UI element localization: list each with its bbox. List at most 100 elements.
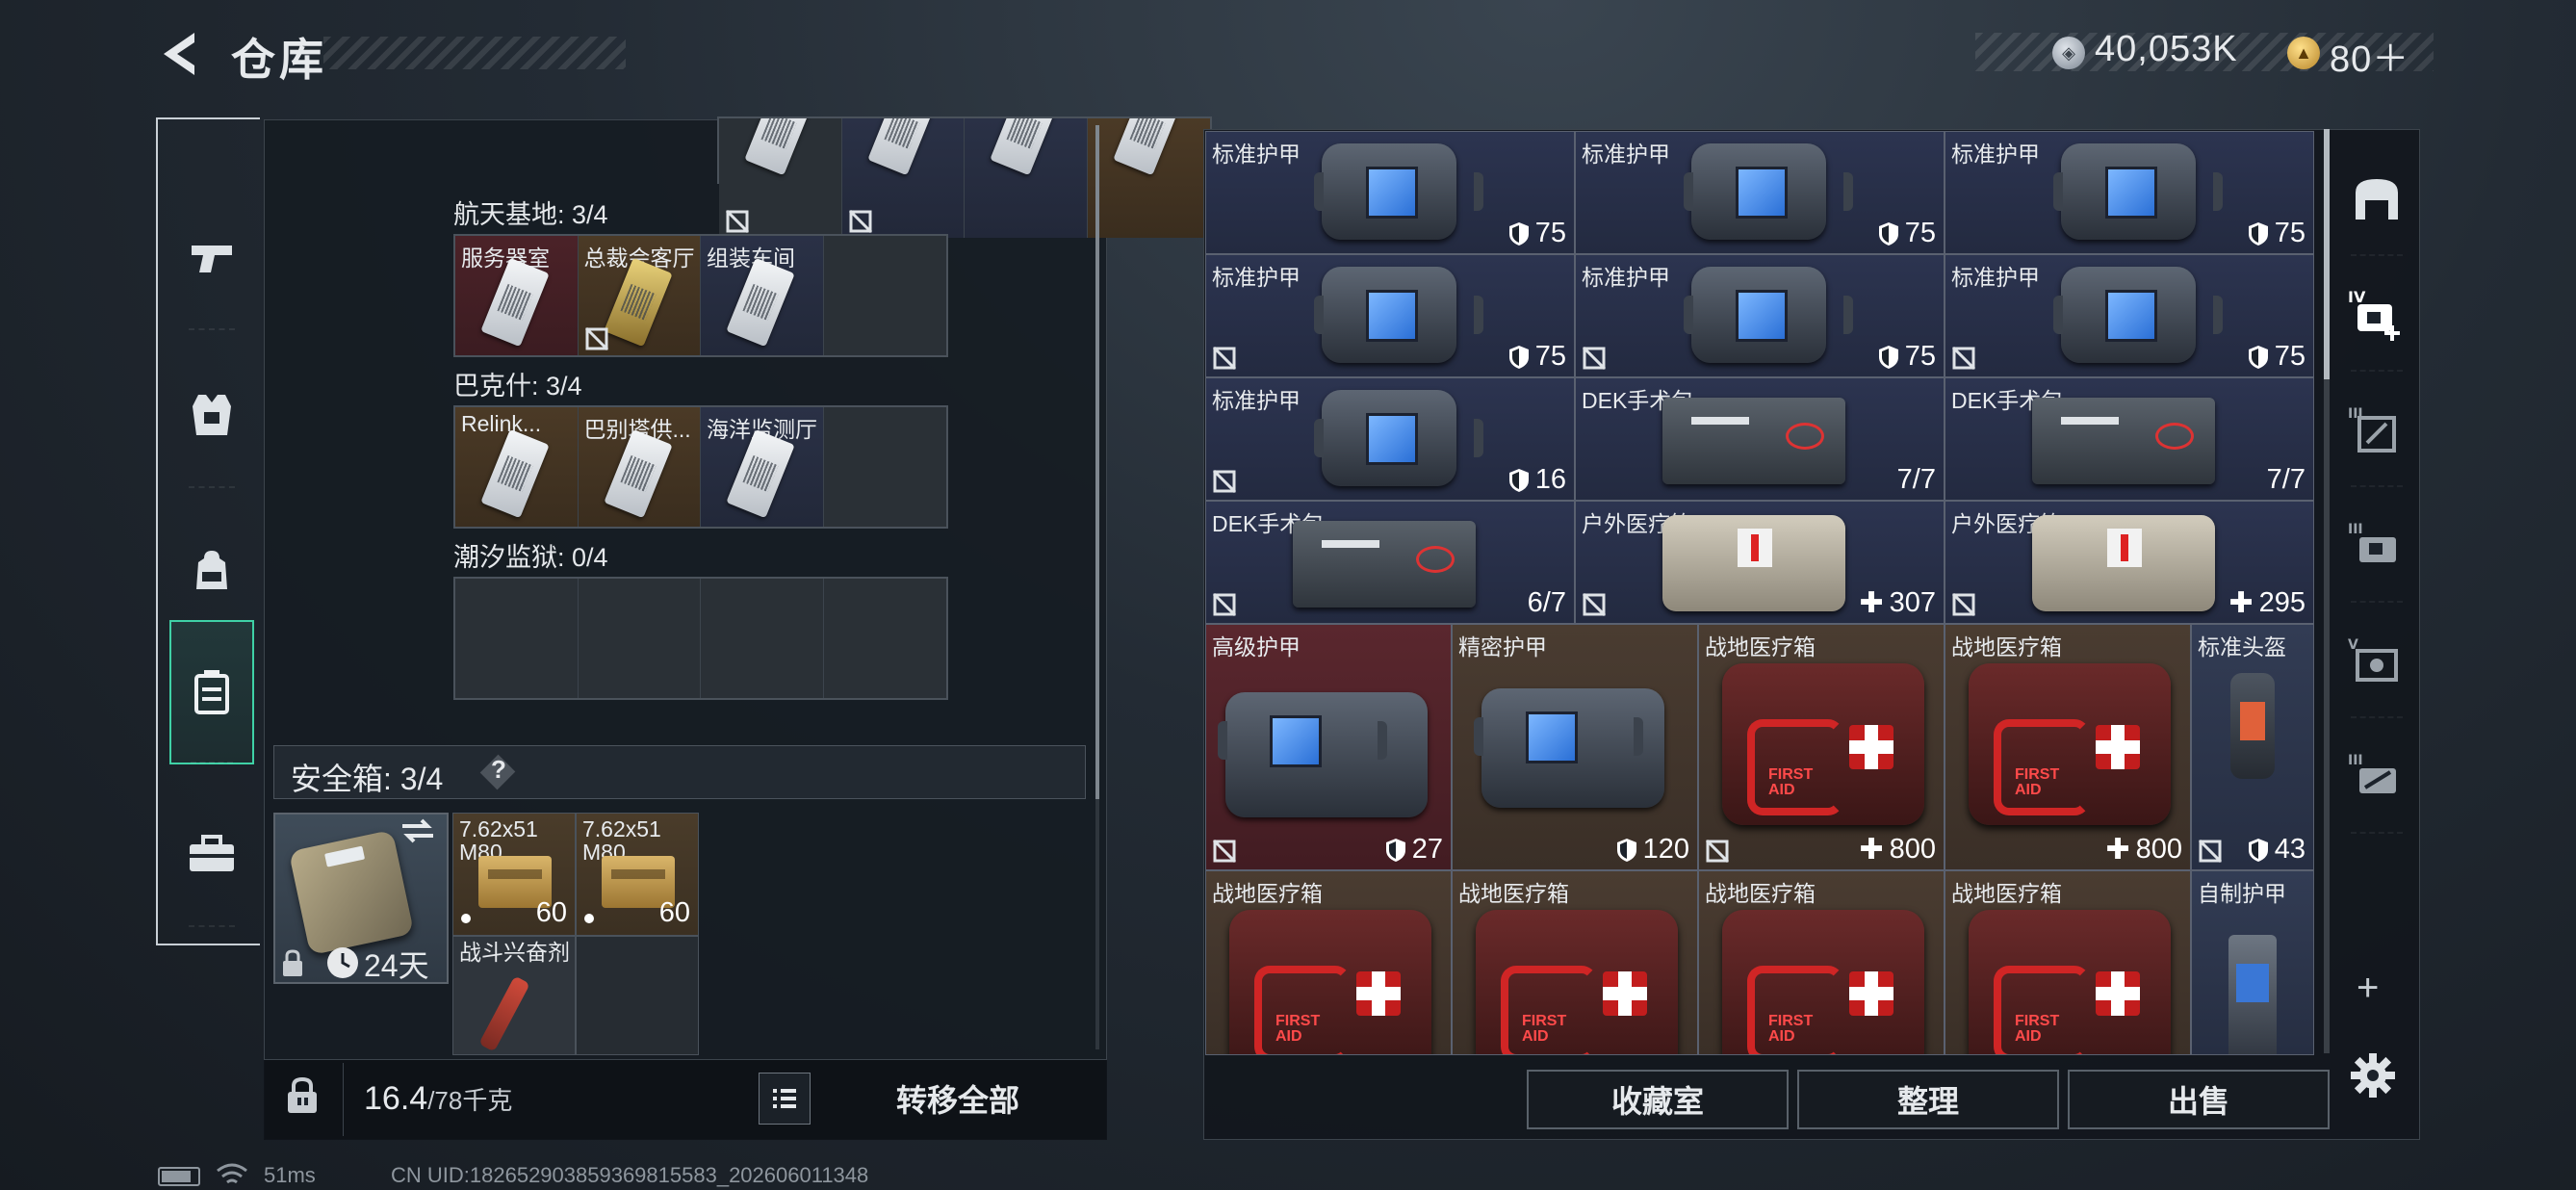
item-count: 60 [535, 897, 567, 928]
collection-card-slot[interactable] [965, 118, 1088, 238]
clock-icon [327, 947, 358, 978]
stash-scrollbar-thumb[interactable] [2324, 129, 2330, 379]
collection-room-button[interactable]: 收藏室 [1527, 1070, 1789, 1129]
equipment-tier-icon: V [2348, 637, 2398, 682]
stash-item[interactable]: 户外医疗箱 ✚ 307 [1575, 501, 1945, 624]
filter-tier-v[interactable]: V [2337, 603, 2416, 718]
stash-item[interactable]: DEK手术包 7/7 [1575, 377, 1945, 501]
filter-tier-iii-a[interactable]: III [2337, 372, 2416, 487]
armor-shield-icon [1385, 838, 1405, 862]
collection-card-slot[interactable]: 海洋监测厅 [701, 407, 824, 527]
svg-text:III: III [2348, 753, 2363, 768]
item-count: 60 [658, 897, 690, 928]
backpack-icon [196, 551, 227, 589]
safe-item-slot[interactable]: 战斗兴奋剂 [452, 936, 576, 1055]
filter-armor-iv[interactable]: IV [2337, 256, 2416, 372]
collection-card-slot[interactable]: 服务器室 [455, 236, 579, 355]
stash-item[interactable]: 战地医疗箱 FIRST AID [1698, 870, 1945, 1055]
premium-balance[interactable]: 80＋ [2330, 29, 2409, 82]
weight-current: 16.4 [364, 1080, 428, 1117]
stash-item[interactable]: 户外医疗箱 ✚ 295 [1945, 501, 2314, 624]
empty-card-slot[interactable] [823, 579, 946, 698]
empty-card-slot[interactable] [455, 579, 579, 698]
collection-card-slot[interactable] [1087, 118, 1210, 238]
sidebar-item-weapons[interactable] [169, 185, 254, 330]
collection-card-slot[interactable]: 组装车间 [701, 236, 824, 355]
item-name: 战地医疗箱 [1458, 881, 1569, 906]
unlink-icon [584, 326, 608, 351]
equipment-tier-icon: III [2348, 522, 2396, 562]
stash-item[interactable]: 标准头盔 43 [2191, 624, 2314, 870]
item-name: 标准护甲 [1212, 388, 1301, 413]
empty-card-slot[interactable] [578, 579, 701, 698]
item-uses: 7/7 [2266, 464, 2306, 495]
item-durability: 75 [2248, 218, 2306, 249]
filter-tier-iii-c[interactable]: III [2337, 718, 2416, 834]
stash-item[interactable]: 标准护甲 75 [1205, 131, 1575, 254]
sidebar-item-toolbox[interactable] [169, 782, 254, 927]
swap-icon[interactable] [399, 816, 437, 845]
left-scrollbar-thumb[interactable] [1095, 125, 1099, 799]
collection-title: 潮汐监狱: 0/4 [453, 543, 608, 572]
empty-card-slot[interactable] [823, 407, 946, 527]
add-filter-button[interactable]: + [2357, 967, 2379, 1010]
unlink-icon [1951, 346, 1976, 371]
stash-item[interactable]: 标准护甲 75 [1945, 254, 2314, 377]
item-durability: 75 [1878, 218, 1936, 249]
sidebar-item-container[interactable] [169, 620, 254, 764]
collection-card-slot[interactable]: 巴别塔供... [578, 407, 701, 527]
weight-lock-icon[interactable] [285, 1076, 320, 1115]
stash-item[interactable]: 标准护甲 75 [1575, 254, 1945, 377]
empty-card-slot[interactable] [823, 236, 946, 355]
collection-card-slot[interactable]: Relink... [455, 407, 579, 527]
collection-card-slot[interactable] [841, 118, 965, 238]
armor-shield-icon [1878, 345, 1898, 369]
gear-icon[interactable] [2349, 1051, 2397, 1099]
armor-tier-icon: IV [2348, 288, 2400, 341]
stash-item[interactable]: 战地医疗箱 FIRST AID ✚ 800 [1945, 624, 2191, 870]
coin-balance[interactable]: 40,053K [2095, 29, 2238, 70]
armor-shield-icon [1508, 221, 1529, 246]
collection-card-slot[interactable] [719, 118, 842, 238]
collection-card-slot[interactable]: 总裁会客厅 [578, 236, 701, 355]
armor-shield-icon [2248, 345, 2268, 369]
wifi-icon [217, 1163, 247, 1184]
item-name: 战斗兴奋剂 [459, 941, 570, 964]
stash-item[interactable]: 标准护甲 16 [1205, 377, 1575, 501]
filter-all[interactable] [2337, 141, 2416, 256]
coin-icon: ◈ [2052, 37, 2085, 69]
stash-item[interactable]: 标准护甲 75 [1945, 131, 2314, 254]
armor-shield-icon [1508, 468, 1529, 492]
stash-item[interactable]: 高级护甲 27 [1205, 624, 1452, 870]
safe-item-slot[interactable]: 7.62x51 M80 60 [452, 813, 576, 936]
ping-readout: 51ms [264, 1163, 316, 1187]
heal-plus-icon: ✚ [1859, 586, 1884, 619]
stash-item[interactable]: 标准护甲 75 [1205, 254, 1575, 377]
empty-safe-slot[interactable] [576, 936, 699, 1055]
sidebar-item-armor[interactable] [169, 343, 254, 488]
item-durability: 16 [1508, 464, 1566, 496]
back-icon[interactable] [156, 29, 204, 79]
stash-item[interactable]: 战地医疗箱 FIRST AID [1205, 870, 1452, 1055]
sell-button[interactable]: 出售 [2068, 1070, 2330, 1129]
stash-item[interactable]: 自制护甲 [2191, 870, 2314, 1055]
organize-button[interactable]: 整理 [1797, 1070, 2059, 1129]
safe-box-duration: 24天 [364, 948, 429, 983]
transfer-all-button[interactable]: 转移全部 [886, 1076, 1030, 1121]
weight-max: /78千克 [427, 1086, 513, 1115]
stash-item[interactable]: DEK手术包 6/7 [1205, 501, 1575, 624]
stash-item[interactable]: 精密护甲 120 [1452, 624, 1698, 870]
left-category-sidebar [156, 117, 260, 945]
item-durability: 27 [1385, 834, 1443, 866]
stash-item[interactable]: DEK手术包 7/7 [1945, 377, 2314, 501]
stash-item[interactable]: 战地医疗箱 FIRST AID [1452, 870, 1698, 1055]
stash-item[interactable]: 战地医疗箱 FIRST AID [1945, 870, 2191, 1055]
item-durability: 75 [1508, 341, 1566, 373]
list-view-button[interactable] [759, 1073, 811, 1125]
stash-item[interactable]: 战地医疗箱 FIRST AID ✚ 800 [1698, 624, 1945, 870]
filter-tier-iii-b[interactable]: III [2337, 487, 2416, 603]
stash-item[interactable]: 标准护甲 75 [1575, 131, 1945, 254]
unlink-icon [1212, 592, 1237, 617]
safe-item-slot[interactable]: 7.62x51 M80 60 [576, 813, 699, 936]
empty-card-slot[interactable] [701, 579, 824, 698]
